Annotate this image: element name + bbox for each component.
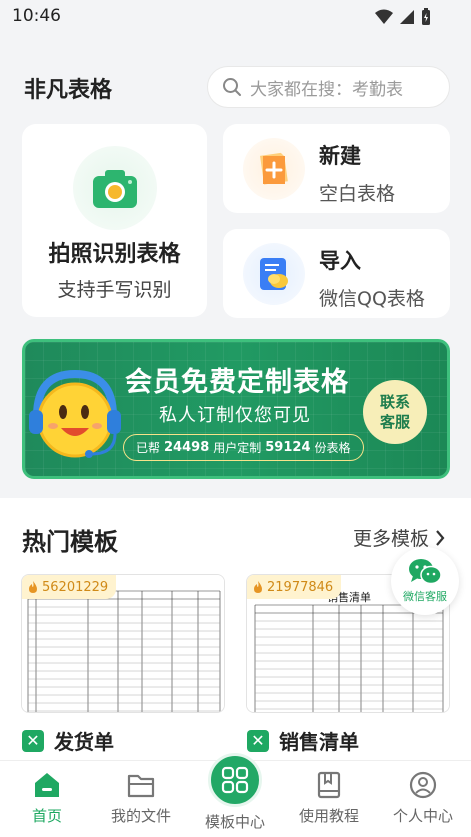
headset-mascot-icon: [29, 369, 121, 458]
signal-icon: [400, 10, 414, 24]
excel-icon: ✕: [247, 729, 269, 752]
search-icon: [223, 78, 241, 96]
new-table-card[interactable]: 新建 空白表格: [223, 124, 450, 213]
template-name: 发货单: [54, 730, 114, 754]
import-card-subtitle: 微信QQ表格: [319, 288, 425, 310]
tab-label: 个人中心: [392, 807, 453, 825]
app-title: 非凡表格: [24, 78, 113, 103]
photo-card-title: 拍照识别表格: [48, 242, 181, 267]
views-count: 56201229: [42, 579, 109, 595]
add-file-icon: [260, 152, 288, 185]
excel-icon: ✕: [22, 729, 44, 752]
vip-custom-banner[interactable]: 会员免费定制表格 私人订制仅您可见 已帮 24498 用户定制 59124 份表…: [22, 339, 450, 479]
import-file-icon: [260, 258, 288, 290]
views-count: 21977846: [267, 579, 334, 595]
hot-templates-section: 热门模板 更多模板 56201229 ✕ 发货单 21977846 销售清单 ✕…: [0, 498, 471, 760]
stats-mid: 用户定制: [213, 441, 262, 455]
banner-title: 会员免费定制表格: [125, 367, 349, 398]
photo-recognize-card[interactable]: 拍照识别表格 支持手写识别: [22, 124, 207, 317]
stats-suffix: 份表格: [314, 441, 351, 455]
status-time: 10:46: [12, 6, 61, 26]
wechat-service-button[interactable]: 微信客服: [391, 547, 459, 615]
camera-icon-bg: [73, 146, 157, 230]
template-name: 销售清单: [279, 730, 359, 754]
header: 非凡表格 大家都在搜：考勤表: [0, 62, 471, 112]
tab-label: 模板中心: [204, 813, 265, 831]
tab-label: 我的文件: [110, 807, 171, 825]
wifi-icon: [375, 9, 393, 24]
template-card-delivery[interactable]: 56201229: [21, 574, 225, 713]
template-name-row[interactable]: ✕ 发货单: [22, 726, 114, 755]
status-icons: [375, 8, 431, 26]
views-badge: 56201229: [22, 575, 117, 599]
import-icon-bg: [243, 243, 305, 305]
bottom-tabbar: 首页 我的文件 模板中心 使用教程 个人中心: [0, 753, 471, 837]
home-icon: [35, 773, 59, 797]
contact-service-button[interactable]: 联系 客服: [363, 380, 427, 444]
photo-card-subtitle: 支持手写识别: [57, 279, 172, 301]
fire-icon: [254, 580, 262, 593]
template-center-button: [208, 753, 262, 807]
banner-stats: 已帮 24498 用户定制 59124 份表格: [123, 434, 364, 461]
import-card-title: 导入: [319, 249, 361, 273]
tab-label: 首页: [31, 807, 62, 825]
new-card-title: 新建: [319, 144, 361, 168]
new-card-subtitle: 空白表格: [319, 183, 396, 205]
grid-icon: [221, 766, 249, 794]
status-bar: 10:46: [0, 0, 471, 34]
chevron-right-icon: [436, 529, 445, 546]
battery-icon: [422, 8, 430, 25]
tables-count: 59124: [265, 440, 311, 455]
tab-label: 使用教程: [298, 807, 359, 825]
hot-templates-title: 热门模板: [22, 528, 118, 556]
new-icon-bg: [243, 138, 305, 200]
search-input[interactable]: 大家都在搜：考勤表: [207, 66, 450, 108]
search-placeholder: 大家都在搜：考勤表: [250, 79, 403, 100]
camera-icon: [93, 170, 137, 208]
views-badge: 21977846: [247, 575, 342, 599]
import-table-card[interactable]: 导入 微信QQ表格: [223, 229, 450, 318]
book-icon: [317, 771, 341, 799]
tab-my-files[interactable]: 我的文件: [96, 771, 186, 826]
tab-home[interactable]: 首页: [2, 771, 92, 826]
tab-template-center[interactable]: 模板中心: [190, 753, 280, 832]
fire-icon: [29, 580, 37, 593]
template-name-row[interactable]: ✕ 销售清单: [247, 726, 359, 755]
tab-profile[interactable]: 个人中心: [378, 771, 468, 826]
contact-line2: 客服: [379, 413, 410, 431]
user-icon: [409, 771, 437, 799]
stats-prefix: 已帮: [136, 441, 161, 455]
folder-icon: [127, 774, 155, 798]
tab-tutorial[interactable]: 使用教程: [284, 771, 374, 826]
banner-subtitle: 私人订制仅您可见: [159, 405, 311, 426]
wechat-service-label: 微信客服: [403, 590, 447, 603]
wechat-icon: [409, 559, 442, 585]
users-count: 24498: [164, 440, 210, 455]
contact-line1: 联系: [379, 393, 410, 411]
